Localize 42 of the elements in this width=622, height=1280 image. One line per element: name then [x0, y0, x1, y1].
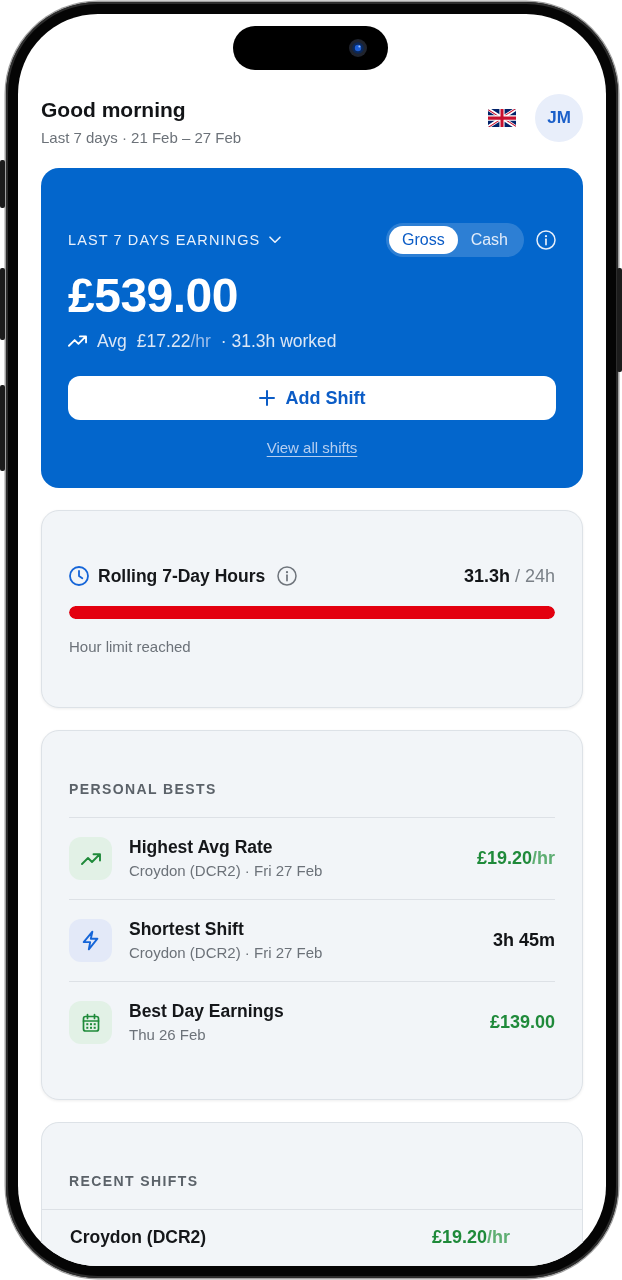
info-icon[interactable]: [277, 566, 298, 586]
lightning-icon: [69, 919, 112, 962]
date-range-text: Last 7 days · 21 Feb – 27 Feb: [41, 128, 242, 148]
shift-site: Croydon (DCR2): [70, 1226, 207, 1248]
section-heading: PERSONAL BESTS: [69, 780, 218, 799]
best-title: Best Day Earnings: [129, 1000, 285, 1022]
side-button[interactable]: [0, 385, 5, 471]
toggle-option[interactable]: Gross: [388, 226, 458, 254]
best-value: £139.00: [489, 1012, 555, 1033]
toggle-option[interactable]: Cash: [457, 226, 521, 254]
avg-label: Avg: [97, 330, 127, 352]
hours-worked-text: · 31.3h worked: [220, 330, 337, 352]
side-button[interactable]: [0, 160, 5, 208]
hours-reading: 31.3h / 24h: [463, 565, 555, 587]
period-dropdown[interactable]: LAST 7 DAYS EARNINGS: [68, 232, 282, 248]
add-shift-button[interactable]: Add Shift: [68, 376, 556, 420]
view-all-shifts-link[interactable]: View all shifts: [266, 438, 358, 458]
camera-icon: [349, 39, 367, 57]
side-button[interactable]: [0, 268, 5, 340]
best-details: Croydon (DCR2) · Fri 27 Feb: [129, 943, 324, 963]
best-details: Croydon (DCR2) · Fri 27 Feb: [129, 861, 324, 881]
chevron-down-icon: [269, 236, 282, 244]
section-heading: RECENT SHIFTS: [69, 1172, 200, 1191]
avatar[interactable]: JM: [535, 94, 583, 142]
side-button[interactable]: [617, 268, 622, 372]
best-title: Shortest Shift: [129, 918, 245, 940]
best-title: Highest Avg Rate: [129, 836, 274, 858]
flag-icon[interactable]: [488, 109, 516, 127]
plus-icon: [258, 390, 275, 406]
card-title: Rolling 7-Day Hours: [98, 565, 266, 587]
trend-up-icon: [68, 335, 87, 347]
greeting-title: Good morning: [41, 97, 187, 123]
avg-rate: £17.22/hr: [136, 330, 211, 352]
limit-status-text: Hour limit reached: [69, 637, 192, 657]
shift-rate: £19.20/hr: [431, 1226, 510, 1248]
calendar-icon: [69, 1001, 112, 1044]
clock-icon: [69, 566, 89, 586]
best-details: Thu 26 Feb: [129, 1025, 207, 1045]
best-value: 3h 45m: [492, 930, 555, 951]
trend-up-icon: [69, 837, 112, 880]
best-value: £19.20/hr: [476, 848, 555, 869]
earnings-amount: £539.00: [68, 269, 239, 323]
